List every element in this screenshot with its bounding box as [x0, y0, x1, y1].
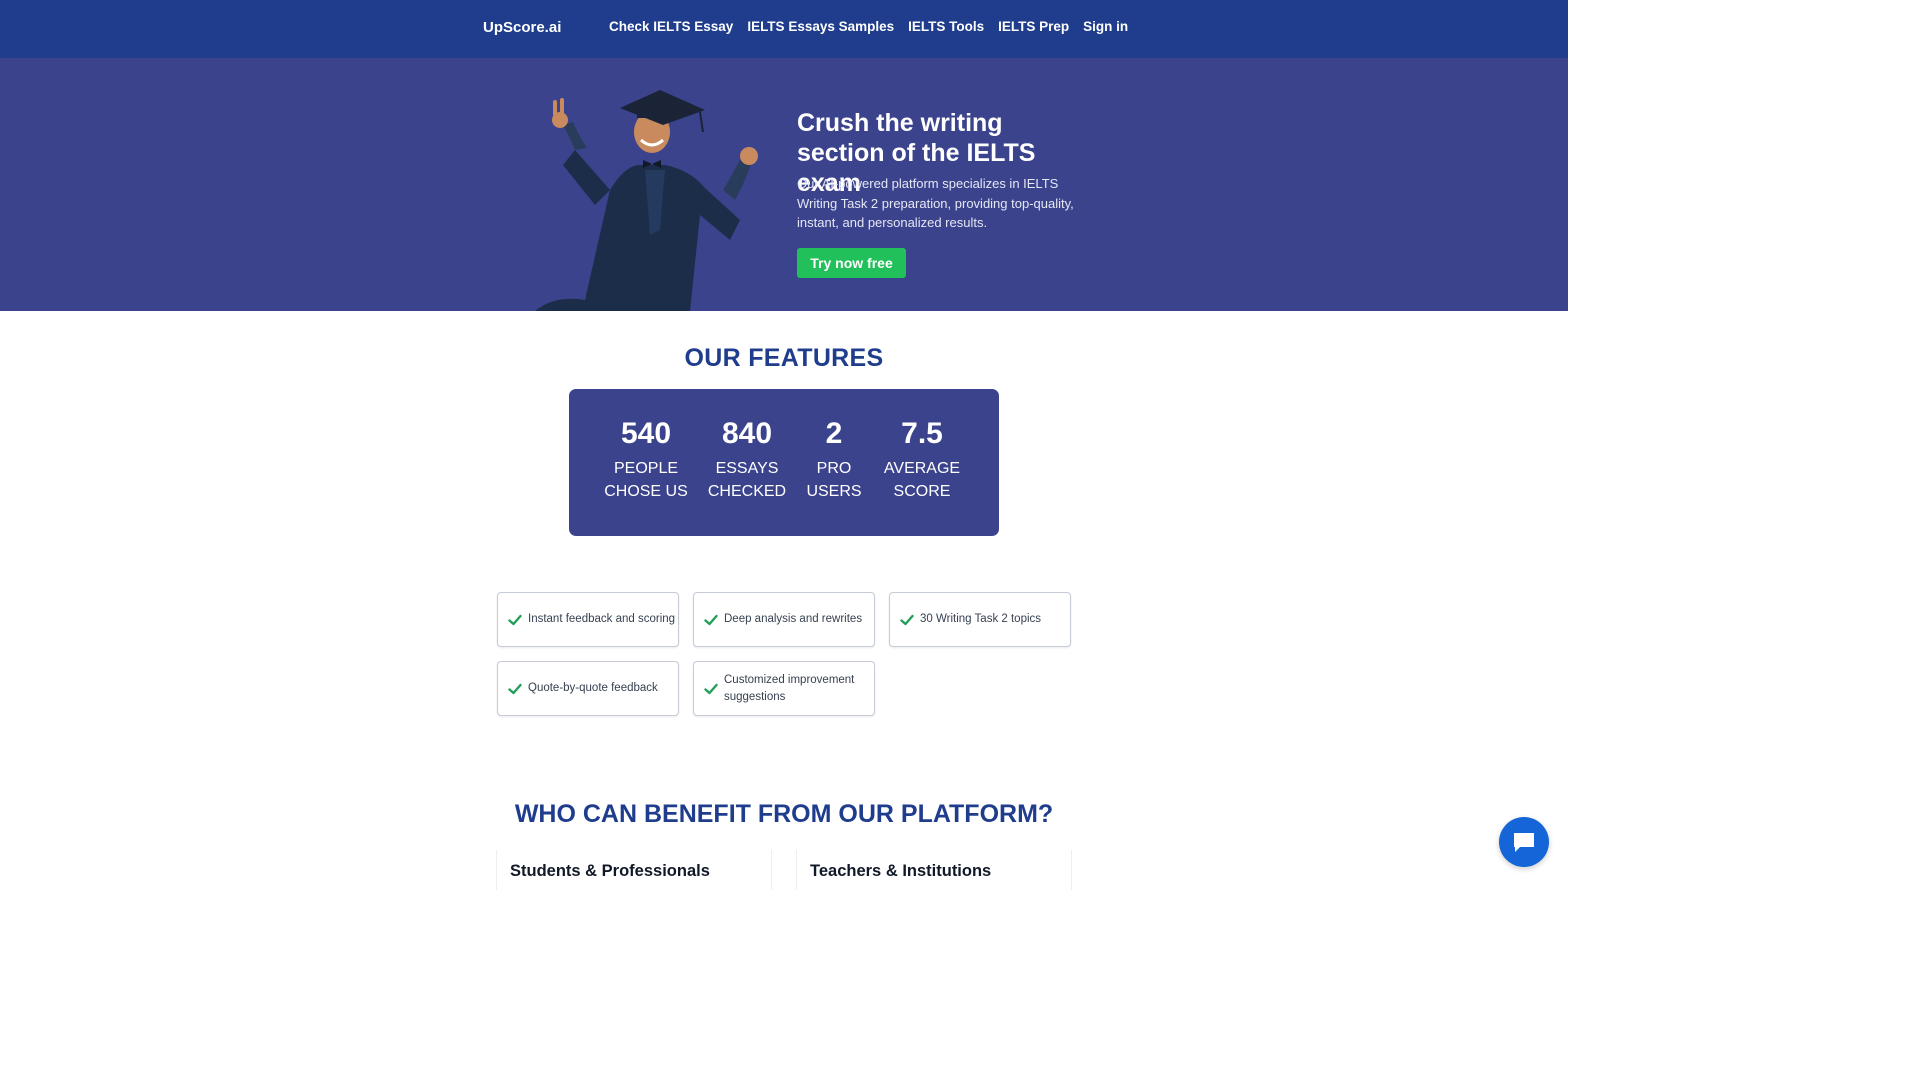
benefit-heading: WHO CAN BENEFIT FROM OUR PLATFORM? [514, 800, 1054, 828]
check-icon [508, 683, 522, 694]
benefit-title: Teachers & Institutions [810, 862, 992, 880]
nav-check-ielts-essay[interactable]: Check IELTS Essay [609, 19, 733, 34]
feature-card: Quote-by-quote feedback [497, 661, 679, 716]
check-icon [508, 614, 522, 625]
chat-button[interactable] [1499, 817, 1549, 867]
check-icon [704, 683, 718, 694]
feature-label: Quote-by-quote feedback [528, 682, 658, 695]
feature-label: Instant feedback and scoring [528, 613, 676, 626]
features-heading: OUR FEATURES [684, 344, 884, 372]
stat-essays: 840 ESSAYS CHECKED [706, 415, 788, 503]
stat-value: 2 [825, 417, 843, 450]
feature-card: 30 Writing Task 2 topics [889, 592, 1071, 647]
benefit-card-teachers: Teachers & Institutions [796, 850, 1072, 890]
try-now-free-button[interactable]: Try now free [797, 248, 906, 278]
graduate-illustration [535, 90, 758, 311]
stat-value: 7.5 [901, 417, 943, 450]
stat-value: 840 [721, 417, 773, 450]
nav-ielts-prep[interactable]: IELTS Prep [998, 19, 1069, 34]
nav-sign-in[interactable]: Sign in [1083, 19, 1128, 34]
feature-label: 30 Writing Task 2 topics [920, 613, 1042, 626]
nav-ielts-essays-samples[interactable]: IELTS Essays Samples [747, 19, 894, 34]
feature-label: Customized improvement suggestions [724, 674, 855, 703]
check-icon [900, 614, 914, 625]
benefit-card-students: Students & Professionals [496, 850, 772, 890]
benefit-title: Students & Professionals [510, 862, 710, 880]
main-nav: Check IELTS Essay IELTS Essays Samples I… [609, 19, 1128, 34]
chat-bubble-icon [1514, 833, 1534, 852]
stat-label: PEOPLE CHOSE US [604, 460, 688, 500]
stat-value: 540 [620, 417, 672, 450]
stat-label: AVERAGE SCORE [883, 460, 961, 500]
stats-panel: 540 PEOPLE CHOSE US 840 ESSAYS CHECKED 2… [569, 389, 999, 536]
hero-section: Crush the writing section of the IELTS e… [0, 58, 1568, 311]
top-navbar: UpScore.ai Check IELTS Essay IELTS Essay… [0, 0, 1568, 58]
check-icon [704, 614, 718, 625]
stat-label: PRO USERS [806, 460, 862, 500]
feature-card: Instant feedback and scoring [497, 592, 679, 647]
stat-label: ESSAYS CHECKED [707, 460, 787, 500]
feature-label: Deep analysis and rewrites [724, 613, 863, 626]
hero-description: Our AI-powered platform specializes in I… [797, 176, 1074, 230]
stat-average-score: 7.5 AVERAGE SCORE [877, 415, 967, 503]
stat-people: 540 PEOPLE CHOSE US [603, 415, 689, 503]
feature-card: Deep analysis and rewrites [693, 592, 875, 647]
stat-pro-users: 2 PRO USERS [805, 415, 863, 503]
feature-card: Customized improvement suggestions [693, 661, 875, 716]
nav-ielts-tools[interactable]: IELTS Tools [908, 19, 984, 34]
brand-logo-link[interactable]: UpScore.ai [483, 19, 561, 36]
